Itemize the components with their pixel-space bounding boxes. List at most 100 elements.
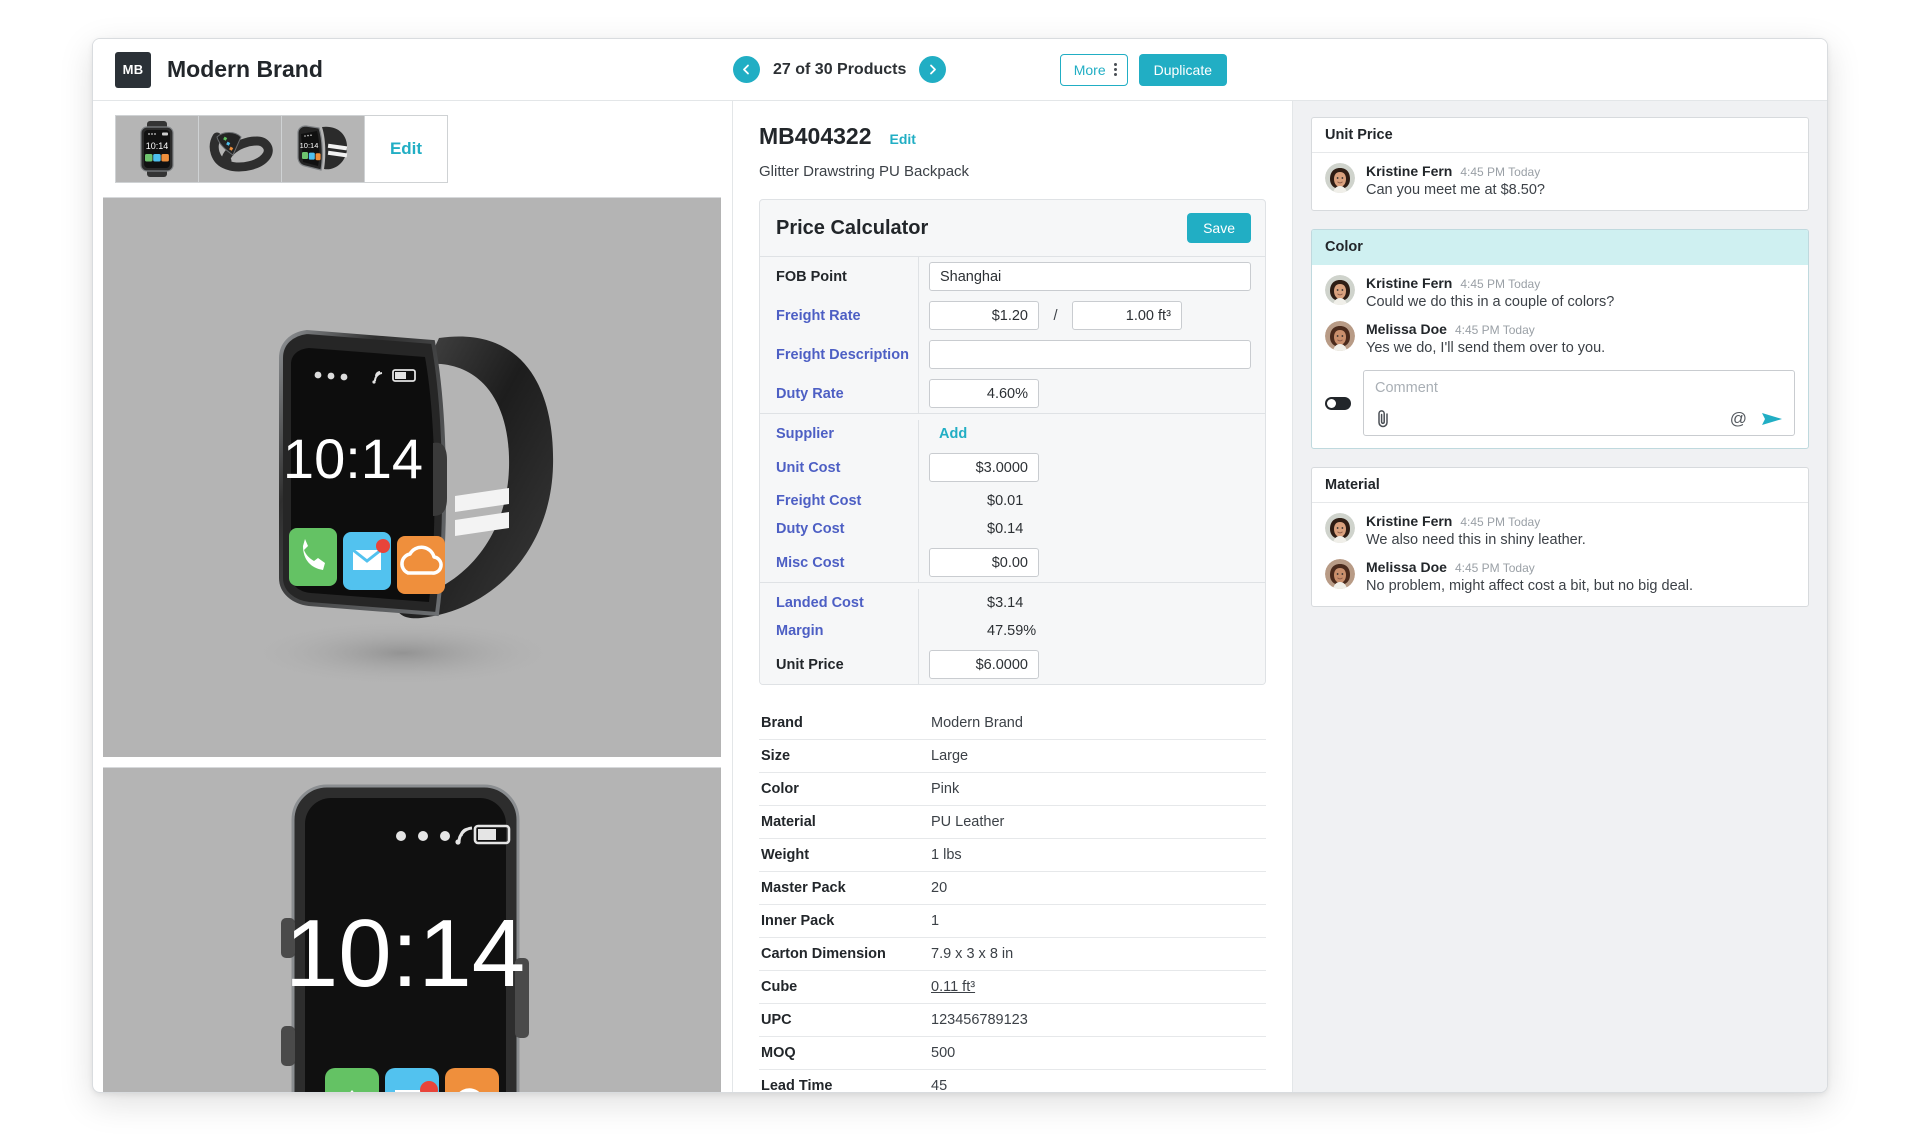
comment-thread-card[interactable]: Color Kristine Fern 4:45 PM Today Could we … <box>1311 229 1809 449</box>
attribute-key: Color <box>759 773 919 806</box>
save-button[interactable]: Save <box>1187 213 1251 243</box>
product-pagination: 27 of 30 Products <box>733 56 947 83</box>
comment-content: Melissa Doe 4:45 PM Today No problem, migh… <box>1366 559 1795 594</box>
comment-text: Yes we do, I'll send them over to you. <box>1366 340 1606 356</box>
attribute-row: Material PU Leather <box>759 806 1266 839</box>
product-header: MB404322 Edit Glitter Drawstring PU Back… <box>733 101 1292 180</box>
product-image-primary[interactable]: 10:14 <box>103 197 721 757</box>
divider-row-2 <box>760 582 1265 589</box>
freight-rate-input[interactable] <box>929 301 1039 330</box>
comment-text: No problem, might affect cost a bit, but… <box>1366 578 1693 594</box>
svg-text:10:14: 10:14 <box>300 141 319 150</box>
comment-thread-body: Kristine Fern 4:45 PM Today We also need t… <box>1312 503 1808 606</box>
attach-file-button[interactable] <box>1375 409 1392 428</box>
attribute-value: 123456789123 <box>919 1004 1266 1037</box>
kristine-avatar <box>1325 513 1355 543</box>
smartwatch-hero-illustration: 10:14 <box>103 198 721 757</box>
comment-meta: Melissa Doe 4:45 PM Today <box>1366 559 1795 575</box>
fob-point-input[interactable] <box>929 262 1251 291</box>
add-supplier-link[interactable]: Add <box>929 426 967 442</box>
thumbnail-smartwatch-front[interactable]: 10:14 <box>115 115 199 183</box>
top-bar: MB Modern Brand 27 of 30 Products More D… <box>93 39 1827 101</box>
field-row-duty-cost: Duty Cost $0.14 <box>760 515 1265 543</box>
attribute-row: Weight 1 lbs <box>759 839 1266 872</box>
comment-item: Melissa Doe 4:45 PM Today No problem, migh… <box>1325 559 1795 594</box>
attribute-row: Cube 0.11 ft³ <box>759 971 1266 1004</box>
comment-thread-card[interactable]: Material Kristine Fern 4:45 PM Today We als… <box>1311 467 1809 607</box>
attribute-row: UPC 123456789123 <box>759 1004 1266 1037</box>
attribute-key: Size <box>759 740 919 773</box>
unit-price-input[interactable] <box>929 650 1039 679</box>
duty-rate-input[interactable] <box>929 379 1039 408</box>
comment-input[interactable] <box>1364 371 1794 405</box>
comment-meta: Kristine Fern 4:45 PM Today <box>1366 275 1795 291</box>
attribute-key: Lead Time <box>759 1070 919 1092</box>
comment-thread-body: Kristine Fern 4:45 PM Today Can you meet m… <box>1312 153 1808 210</box>
previous-product-button[interactable] <box>733 56 760 83</box>
freight-description-input[interactable] <box>929 340 1251 369</box>
avatar <box>1325 275 1355 305</box>
comment-thread-body: Kristine Fern 4:45 PM Today Could we do th… <box>1312 265 1808 448</box>
attribute-value: 1 <box>919 905 1266 938</box>
thumbnail-smartwatch-side[interactable] <box>198 115 282 183</box>
comment-text: Can you meet me at $8.50? <box>1366 182 1545 198</box>
next-product-button[interactable] <box>919 56 947 83</box>
edit-images-button[interactable]: Edit <box>364 115 448 183</box>
comment-thread-card[interactable]: Unit Price Kristine Fern 4:45 PM Today Can … <box>1311 117 1809 211</box>
comment-timestamp: 4:45 PM Today <box>1460 515 1541 529</box>
smartwatch-angled-icon: 10:14 <box>297 125 348 171</box>
unit-cost-label: Unit Cost <box>760 448 919 487</box>
comment-content: Kristine Fern 4:45 PM Today Can you meet m… <box>1366 163 1795 198</box>
misc-cost-input[interactable] <box>929 548 1039 577</box>
more-button[interactable]: More <box>1059 53 1128 86</box>
pagination-label: 27 of 30 Products <box>773 60 907 78</box>
price-calculator-title: Price Calculator <box>776 216 929 239</box>
kristine-avatar <box>1325 275 1355 305</box>
attribute-row: Size Large <box>759 740 1266 773</box>
details-column: MB404322 Edit Glitter Drawstring PU Back… <box>733 101 1293 1092</box>
sku-row: MB404322 Edit <box>759 123 1266 150</box>
attribute-row: Inner Pack 1 <box>759 905 1266 938</box>
attribute-key: Carton Dimension <box>759 938 919 971</box>
avatar <box>1325 321 1355 351</box>
send-icon <box>1762 412 1782 425</box>
image-viewer: 10:14 10:14 <box>93 197 732 1092</box>
attribute-value: 20 <box>919 872 1266 905</box>
comment-text: We also need this in shiny leather. <box>1366 532 1586 548</box>
privacy-toggle[interactable] <box>1325 396 1351 410</box>
landed-cost-label: Landed Cost <box>760 589 919 617</box>
price-calculator-fields: FOB Point Freight Rate / <box>760 257 1265 684</box>
comment-composer: @ <box>1325 370 1795 436</box>
margin-label: Margin <box>760 617 919 645</box>
thumbnail-strip: 10:14 10:14 Edit <box>93 101 732 197</box>
comment-text: Could we do this in a couple of colors? <box>1366 294 1615 310</box>
comment-input-box: @ <box>1363 370 1795 436</box>
kristine-avatar <box>1325 163 1355 193</box>
freight-rate-label: Freight Rate <box>760 296 919 335</box>
smartwatch-front-icon: 10:14 <box>140 121 174 177</box>
attribute-value: 7.9 x 3 x 8 in <box>919 938 1266 971</box>
send-comment-button[interactable] <box>1761 410 1783 428</box>
freight-rate-unit-input[interactable] <box>1071 301 1182 330</box>
more-button-label: More <box>1073 61 1106 78</box>
comment-content: Kristine Fern 4:45 PM Today Could we do th… <box>1366 275 1795 310</box>
freight-cost-label: Freight Cost <box>760 487 919 515</box>
margin-value: 47.59% <box>987 623 1037 639</box>
edit-product-link[interactable]: Edit <box>890 131 916 147</box>
unit-cost-input[interactable] <box>929 453 1039 482</box>
comment-timestamp: 4:45 PM Today <box>1460 165 1541 179</box>
avatar <box>1325 513 1355 543</box>
thumbnail-smartwatch-angled[interactable]: 10:14 <box>281 115 365 183</box>
duplicate-button[interactable]: Duplicate <box>1138 53 1227 86</box>
paperclip-icon <box>1378 410 1388 428</box>
attribute-key: Cube <box>759 971 919 1004</box>
product-name: Glitter Drawstring PU Backpack <box>759 163 970 180</box>
product-image-secondary[interactable]: 10:14 <box>103 767 721 1092</box>
unit-price-label: Unit Price <box>760 645 919 684</box>
misc-cost-label: Misc Cost <box>760 543 919 582</box>
attribute-row: Carton Dimension 7.9 x 3 x 8 in <box>759 938 1266 971</box>
attribute-value: Modern Brand <box>919 707 1266 740</box>
attribute-key: MOQ <box>759 1037 919 1070</box>
mention-button[interactable]: @ <box>1730 410 1747 427</box>
duty-rate-label: Duty Rate <box>760 374 919 413</box>
